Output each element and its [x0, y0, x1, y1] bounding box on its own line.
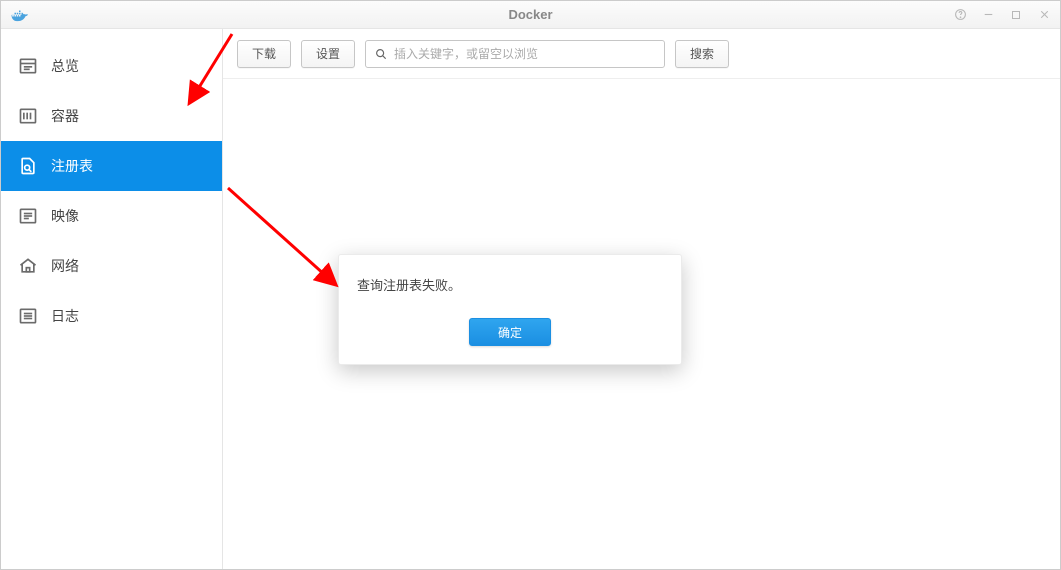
- search-icon: [374, 47, 388, 61]
- settings-button[interactable]: 设置: [301, 40, 355, 68]
- sidebar-item-label: 映像: [51, 206, 79, 226]
- sidebar-item-network[interactable]: 网络: [1, 241, 222, 291]
- minimize-icon[interactable]: [980, 7, 996, 23]
- main: 下载 设置 搜索 查询注册表失败。 确定: [223, 29, 1060, 569]
- sidebar-item-label: 总览: [51, 56, 79, 76]
- search-input[interactable]: [394, 47, 656, 61]
- logs-icon: [17, 305, 39, 327]
- ok-button[interactable]: 确定: [469, 318, 551, 346]
- sidebar-item-overview[interactable]: 总览: [1, 41, 222, 91]
- maximize-icon[interactable]: [1008, 7, 1024, 23]
- sidebar-item-images[interactable]: 映像: [1, 191, 222, 241]
- sidebar-item-label: 日志: [51, 306, 79, 326]
- sidebar-item-registry[interactable]: 注册表: [1, 141, 222, 191]
- window-title: Docker: [1, 7, 1060, 22]
- toolbar: 下载 设置 搜索: [223, 29, 1060, 79]
- registry-icon: [17, 155, 39, 177]
- dialog-message: 查询注册表失败。: [357, 275, 663, 294]
- container-icon: [17, 105, 39, 127]
- sidebar-item-label: 网络: [51, 256, 79, 276]
- titlebar: Docker: [1, 1, 1060, 29]
- sidebar-item-logs[interactable]: 日志: [1, 291, 222, 341]
- sidebar-item-label: 容器: [51, 106, 79, 126]
- content-area: 查询注册表失败。 确定: [223, 79, 1060, 569]
- sidebar-item-label: 注册表: [51, 156, 93, 176]
- docker-whale-icon: [9, 5, 29, 25]
- body: 总览 容器 注册表 映像: [1, 29, 1060, 569]
- search-button[interactable]: 搜索: [675, 40, 729, 68]
- close-icon[interactable]: [1036, 7, 1052, 23]
- window-controls: [952, 7, 1052, 23]
- sidebar: 总览 容器 注册表 映像: [1, 29, 223, 569]
- network-icon: [17, 255, 39, 277]
- sidebar-item-containers[interactable]: 容器: [1, 91, 222, 141]
- overview-icon: [17, 55, 39, 77]
- download-button[interactable]: 下载: [237, 40, 291, 68]
- app-window: Docker 总览: [0, 0, 1061, 570]
- images-icon: [17, 205, 39, 227]
- help-icon[interactable]: [952, 7, 968, 23]
- search-box[interactable]: [365, 40, 665, 68]
- error-dialog: 查询注册表失败。 确定: [338, 254, 682, 365]
